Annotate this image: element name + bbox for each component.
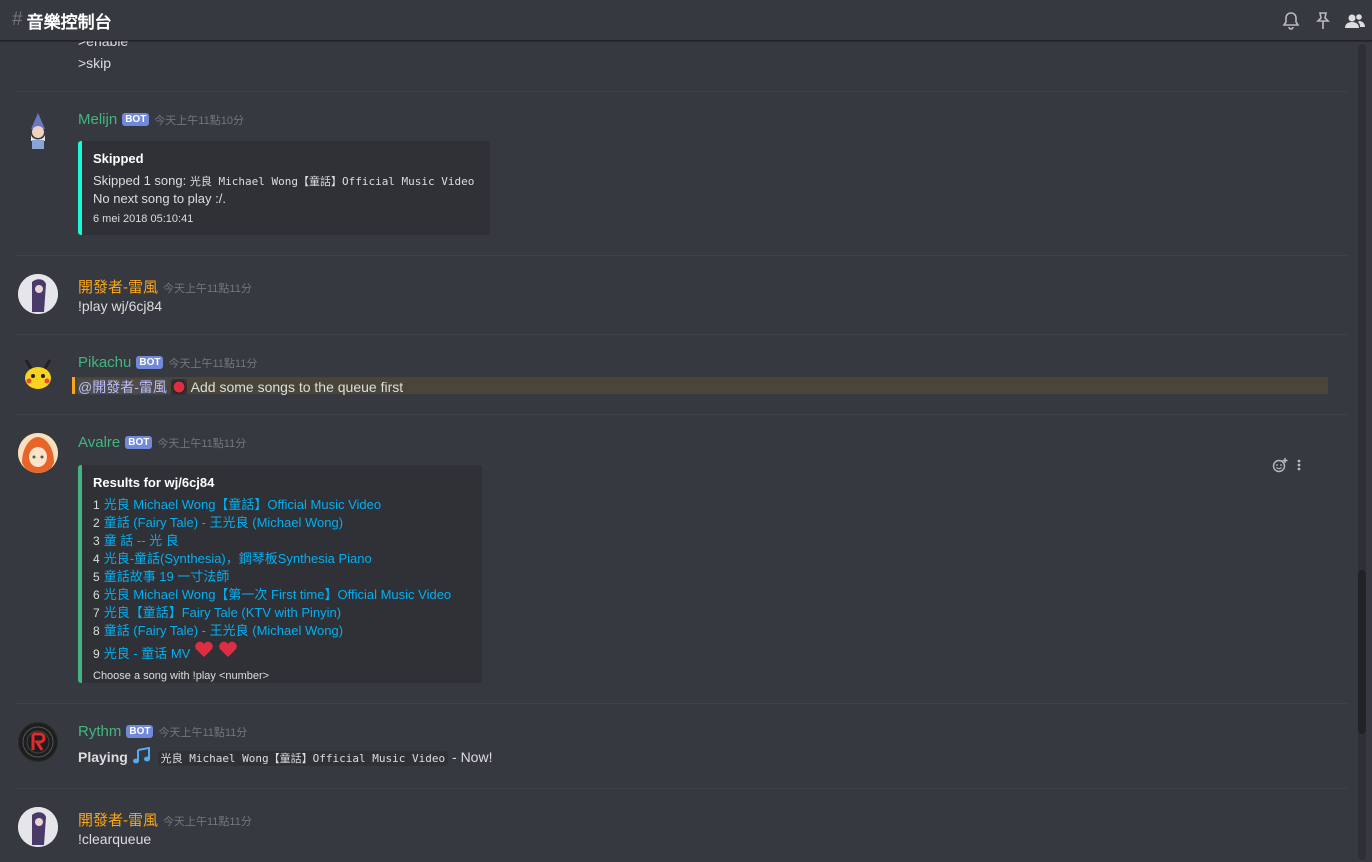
divider <box>16 788 1348 789</box>
embed-line: Skipped 1 song: 光良 Michael Wong【童話】Offic… <box>93 173 475 188</box>
avatar[interactable] <box>18 354 58 394</box>
add-reaction-icon[interactable] <box>1272 457 1288 478</box>
avatar[interactable] <box>18 111 58 151</box>
hash-icon: # <box>12 9 23 30</box>
song-code: 光良 Michael Wong【童話】Official Music Video <box>189 175 475 188</box>
result-item[interactable]: 7 光良【童話】Fairy Tale (KTV with Pinyin) <box>93 604 470 622</box>
scrollbar-thumb[interactable] <box>1358 570 1366 734</box>
more-options-icon[interactable] <box>1296 457 1302 478</box>
author-name[interactable]: Rythm BOT 今天上午11點11分 <box>78 723 247 740</box>
divider <box>16 91 1348 92</box>
embed-footer: Choose a song with !play <number> <box>93 670 270 682</box>
timestamp: 今天上午11點11分 <box>163 283 252 295</box>
channel-name: 音樂控制台 <box>26 12 112 32</box>
bot-badge: BOT <box>136 356 164 369</box>
scrollbar-track[interactable] <box>1358 44 1366 860</box>
red-circle-icon <box>170 379 187 395</box>
user-mention[interactable]: @開發者-雷風 <box>78 379 167 395</box>
result-item[interactable]: 5 童話故事 19 一寸法師 <box>93 568 470 586</box>
message-text: !play wj/6cj84 <box>78 298 163 314</box>
author-name[interactable]: Melijn BOT 今天上午11點10分 <box>78 111 244 128</box>
author-name[interactable]: Avalre BOT 今天上午11點11分 <box>78 434 246 451</box>
members-icon[interactable] <box>1344 10 1366 32</box>
divider <box>16 255 1348 256</box>
embed-line: No next song to play :/. <box>93 191 226 206</box>
bot-badge: BOT <box>122 113 150 126</box>
divider <box>16 414 1348 415</box>
timestamp: 今天上午11點11分 <box>168 358 258 370</box>
result-item[interactable]: 2 童話 (Fairy Tale) - 王光良 (Michael Wong) <box>93 514 470 532</box>
embed-title: Skipped <box>93 151 144 166</box>
bot-badge: BOT <box>125 436 153 449</box>
bot-badge: BOT <box>126 725 154 738</box>
message-text: !clearqueue <box>78 831 152 847</box>
message-actions <box>1272 457 1302 478</box>
bell-icon[interactable] <box>1280 10 1302 32</box>
embed-title: Results for wj/6cj84 <box>93 475 215 490</box>
result-item[interactable]: 8 童話 (Fairy Tale) - 王光良 (Michael Wong) <box>93 622 470 640</box>
avatar[interactable] <box>18 433 58 473</box>
music-notes-icon <box>132 746 154 765</box>
header-toolbar <box>1280 0 1366 41</box>
timestamp: 今天上午11點10分 <box>154 115 244 127</box>
result-item[interactable]: 6 光良 Michael Wong【第一次 First time】Official… <box>93 586 470 604</box>
message-text: @開發者-雷風 Add some songs to the queue firs… <box>78 379 404 395</box>
pin-icon[interactable] <box>1312 10 1334 32</box>
author-name[interactable]: 開發者-雷風 今天上午11點11分 <box>78 809 252 830</box>
author-name[interactable]: Pikachu BOT 今天上午11點11分 <box>78 354 257 371</box>
avatar[interactable] <box>18 274 58 314</box>
embed: Results for wj/6cj84 1 光良 Michael Wong【童話… <box>78 465 482 683</box>
message-text: >enable <box>78 41 129 49</box>
author-name[interactable]: 開發者-雷風 今天上午11點11分 <box>78 276 252 297</box>
message-text: >skip <box>78 55 112 71</box>
message-text: Playing 光良 Michael Wong【童話】Official Musi… <box>78 746 493 766</box>
avatar[interactable] <box>18 807 58 847</box>
result-item[interactable]: 9 光良 - 童话 MV <box>93 640 470 664</box>
timestamp: 今天上午11點11分 <box>158 727 248 739</box>
result-item[interactable]: 4 光良-童話(Synthesia)，鋼琴板Synthesia Piano <box>93 550 470 568</box>
song-code: 光良 Michael Wong【童話】Official Music Video <box>157 751 449 766</box>
result-item[interactable]: 3童 話 -- 光 良 <box>93 532 470 550</box>
message-list[interactable]: >enable >skip Melijn BOT 今天上午11點10分 Skippe… <box>0 41 1352 862</box>
channel-header: # 音樂控制台 <box>0 0 1372 41</box>
result-item[interactable]: 1 光良 Michael Wong【童話】Official Music Video <box>93 496 470 514</box>
embed: Skipped Skipped 1 song: 光良 Michael Wong【… <box>78 141 490 235</box>
embed-footer: 6 mei 2018 05:10:41 <box>93 213 194 225</box>
divider <box>16 334 1348 335</box>
heart-icon <box>194 641 238 661</box>
timestamp: 今天上午11點11分 <box>157 438 247 450</box>
avatar[interactable] <box>18 722 58 762</box>
timestamp: 今天上午11點11分 <box>163 816 252 828</box>
divider <box>16 703 1348 704</box>
